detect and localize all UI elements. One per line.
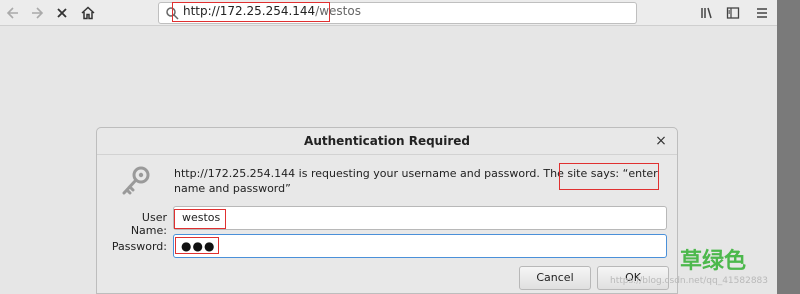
- highlight-box: [559, 163, 659, 190]
- close-button[interactable]: ×: [653, 133, 669, 149]
- username-label: User Name:: [130, 211, 167, 237]
- back-icon[interactable]: [2, 3, 24, 23]
- username-input[interactable]: westos: [173, 206, 667, 230]
- menu-icon[interactable]: [752, 3, 772, 23]
- window-edge: [777, 0, 800, 294]
- forward-icon[interactable]: [27, 3, 47, 23]
- auth-dialog: Authentication Required × http://172.25.…: [96, 127, 678, 294]
- url-host: http://172.25.254.144: [183, 4, 316, 18]
- highlight-box: [175, 237, 219, 254]
- library-icon[interactable]: [697, 3, 717, 23]
- password-label: Password:: [111, 240, 167, 253]
- url-text[interactable]: http://172.25.254.144/westos: [172, 2, 361, 22]
- watermark-logo: 草绿色: [680, 249, 747, 274]
- key-icon: [122, 166, 150, 195]
- cancel-button[interactable]: Cancel: [519, 266, 591, 290]
- sidebar-icon[interactable]: [723, 3, 743, 23]
- browser-toolbar: http://172.25.254.144/westos: [0, 0, 777, 26]
- dialog-title: Authentication Required: [97, 128, 677, 155]
- stop-icon[interactable]: [52, 3, 72, 23]
- home-icon[interactable]: [78, 3, 98, 23]
- password-input[interactable]: [173, 234, 667, 258]
- highlight-box: [174, 209, 226, 229]
- url-path: /westos: [315, 4, 361, 18]
- watermark-url: https://blog.csdn.net/qq_41582883: [610, 276, 769, 286]
